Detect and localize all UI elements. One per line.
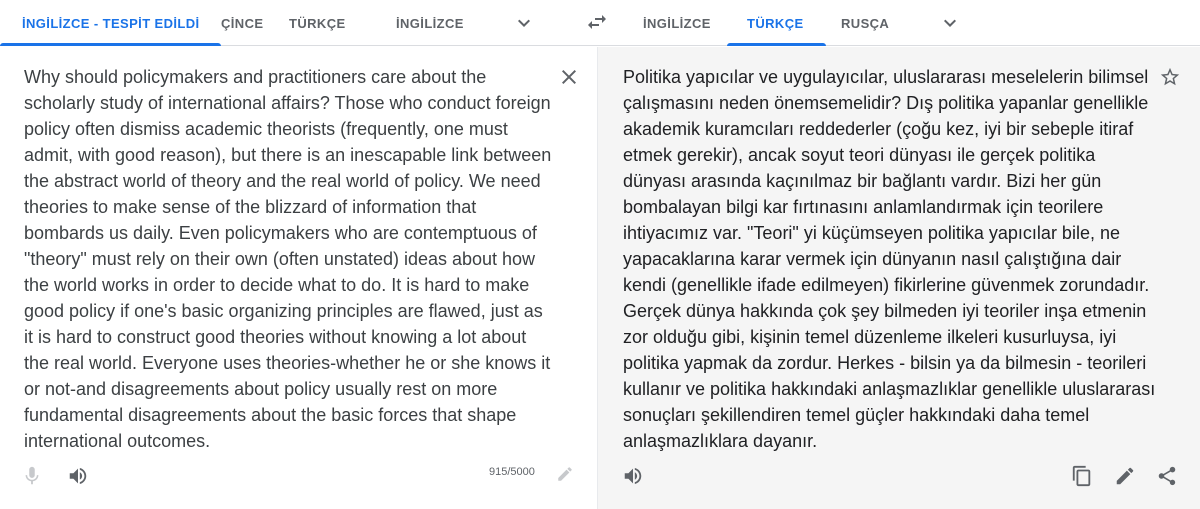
pencil-icon <box>1116 467 1134 485</box>
share-translation-button[interactable] <box>1149 458 1185 494</box>
share-icon <box>1158 466 1176 486</box>
source-text-input[interactable]: Why should policymakers and practitioner… <box>24 64 554 454</box>
edit-source-button[interactable] <box>547 456 583 492</box>
swap-arrows-icon <box>588 15 606 29</box>
tab-source-turkish[interactable]: TÜRKÇE <box>289 0 346 45</box>
speaker-icon <box>624 467 642 485</box>
edit-translation-button[interactable] <box>1107 458 1143 494</box>
language-tab-bar: İNGİLİZCE - TESPİT EDİLDİ ÇİNCE TÜRKÇE İ… <box>0 0 1200 46</box>
target-more-languages-button[interactable] <box>932 5 968 41</box>
clear-source-button[interactable] <box>551 59 587 95</box>
save-translation-button[interactable] <box>1152 59 1188 95</box>
swap-languages-button[interactable] <box>579 4 615 40</box>
listen-translation-button[interactable] <box>615 458 651 494</box>
star-outline-icon <box>1160 67 1180 86</box>
speaker-icon <box>69 467 87 485</box>
close-icon <box>562 70 576 84</box>
tab-target-turkish[interactable]: TÜRKÇE <box>727 0 826 46</box>
tab-target-english[interactable]: İNGİLİZCE <box>643 0 711 45</box>
chevron-down-icon <box>944 19 956 27</box>
source-more-languages-button[interactable] <box>506 5 542 41</box>
character-count: 915/5000 <box>489 466 535 478</box>
tab-source-detected-english[interactable]: İNGİLİZCE - TESPİT EDİLDİ <box>0 0 221 46</box>
tab-source-chinese[interactable]: ÇİNCE <box>221 0 263 45</box>
pencil-icon <box>558 467 572 481</box>
tab-source-english[interactable]: İNGİLİZCE <box>396 0 464 45</box>
microphone-icon <box>25 466 39 485</box>
translated-text: Politika yapıcılar ve uygulayıcılar, ulu… <box>623 67 1161 451</box>
voice-input-button[interactable] <box>14 458 50 494</box>
translation-panel: Politika yapıcılar ve uygulayıcılar, ulu… <box>597 47 1200 509</box>
copy-translation-button[interactable] <box>1064 458 1100 494</box>
source-panel: Why should policymakers and practitioner… <box>0 47 597 509</box>
tab-target-russian[interactable]: RUSÇA <box>841 0 889 45</box>
chevron-down-icon <box>518 19 530 27</box>
copy-icon <box>1072 465 1091 487</box>
listen-source-button[interactable] <box>60 458 96 494</box>
